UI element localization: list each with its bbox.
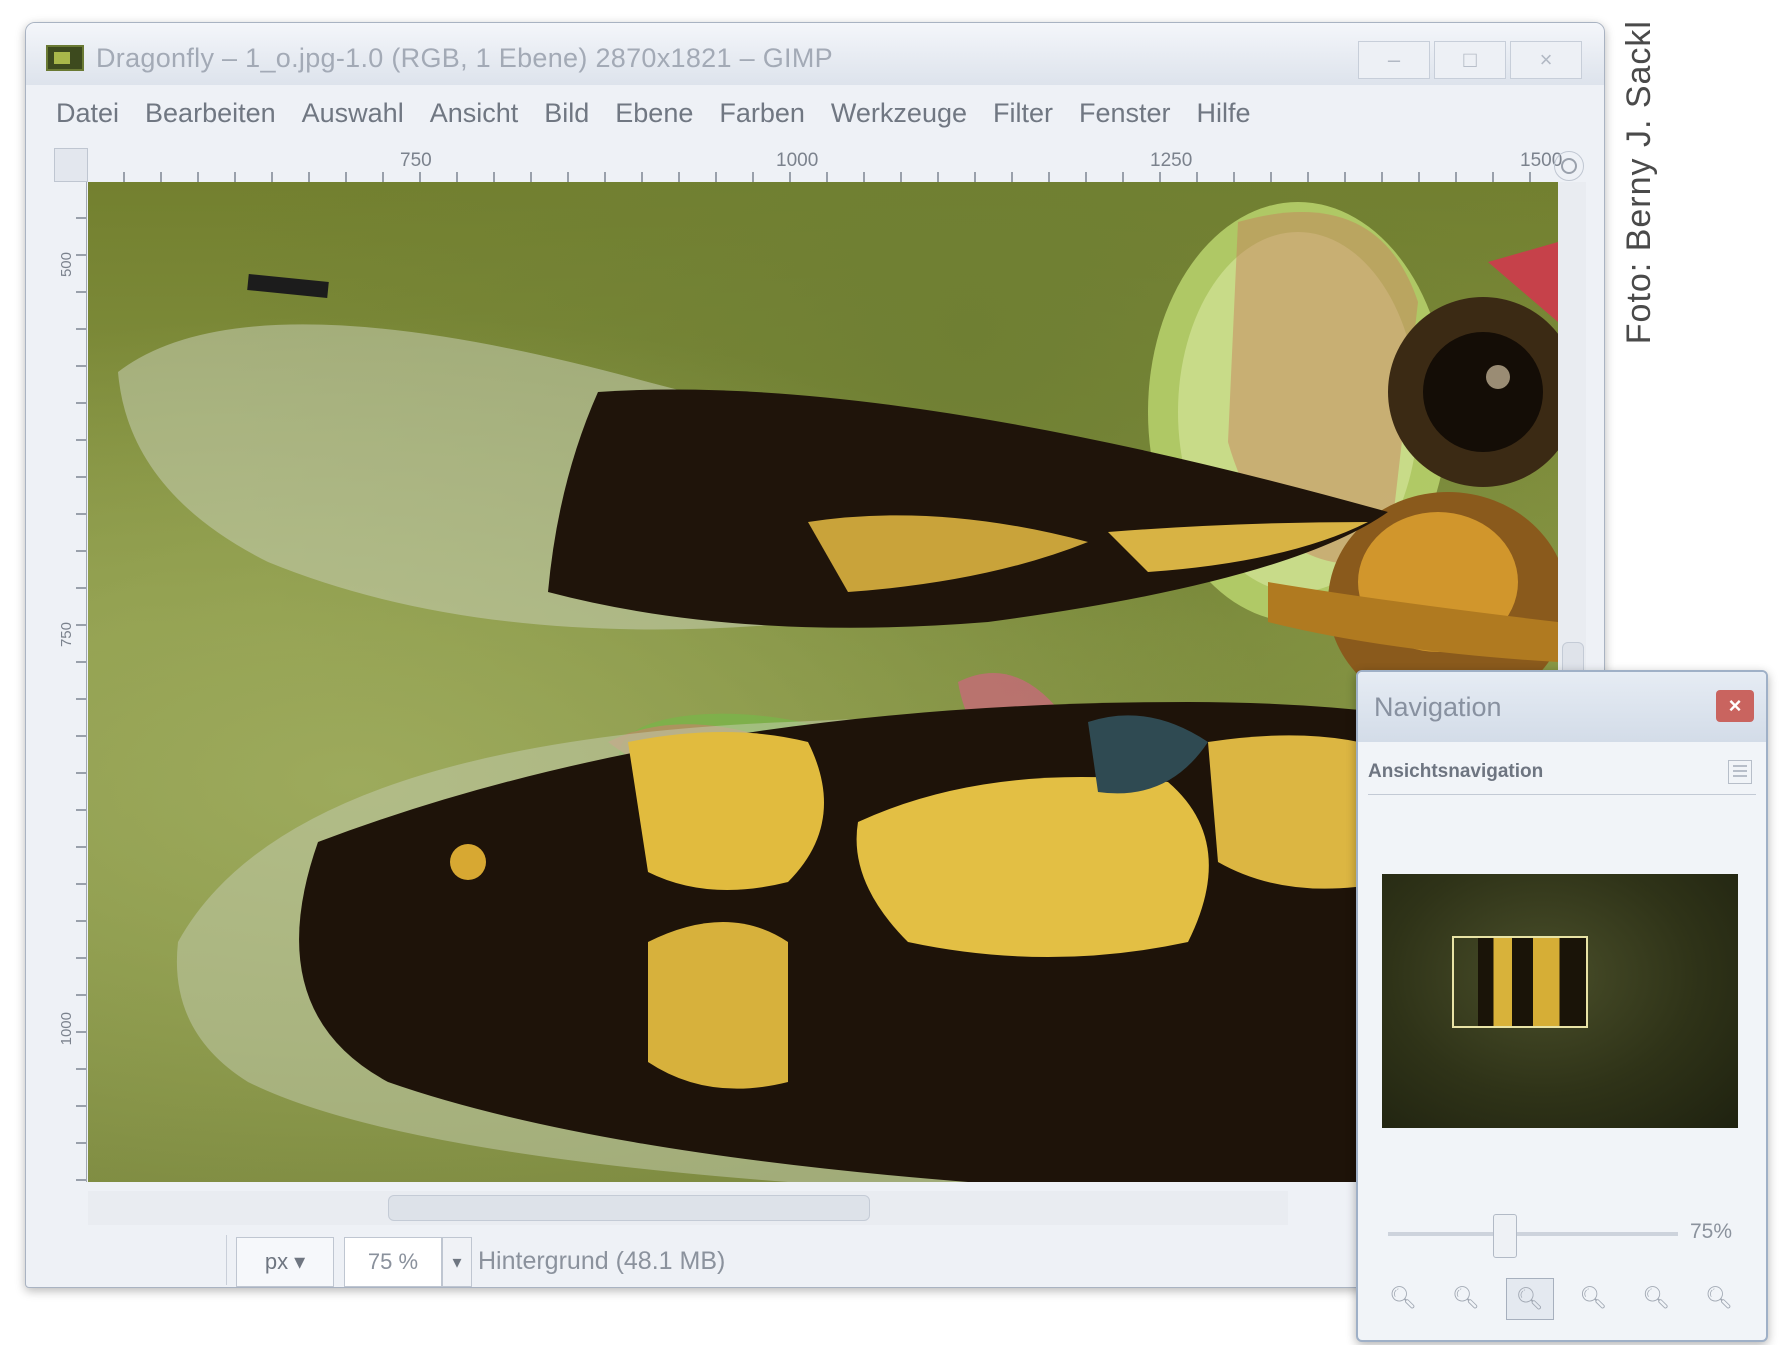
navigation-dialog: Navigation × Ansichtsnavigation 75% 🔍︎ 🔍… <box>1356 670 1768 1342</box>
zoom-slider-handle[interactable] <box>1493 1214 1517 1258</box>
horizontal-scroll-thumb[interactable] <box>388 1195 870 1221</box>
menu-filters[interactable]: Filter <box>993 98 1053 129</box>
zoom-slider-track[interactable] <box>1388 1232 1678 1236</box>
zoom-fit-icon[interactable]: 🔍︎ <box>1505 1278 1554 1320</box>
unit-select[interactable]: px ▾ <box>236 1237 334 1287</box>
zoom-dropdown-button[interactable]: ▾ <box>442 1237 472 1287</box>
gimp-app-icon <box>46 45 84 71</box>
navigation-viewport-frame[interactable] <box>1452 936 1588 1028</box>
unit-value: px <box>264 1249 289 1274</box>
navigation-title-bar[interactable]: Navigation × <box>1358 672 1766 742</box>
zoom-100-icon[interactable]: 🔍︎ <box>1570 1278 1616 1318</box>
navigation-title: Navigation <box>1374 692 1502 722</box>
ruler-label: 500 <box>58 252 75 278</box>
zoom-on-resize-icon[interactable] <box>1554 151 1584 181</box>
vertical-ruler[interactable]: 500 750 1000 <box>54 182 87 1182</box>
title-bar[interactable]: Dragonfly – 1_o.jpg-1.0 (RGB, 1 Ebene) 2… <box>26 23 1604 85</box>
menu-view[interactable]: Ansicht <box>430 98 519 129</box>
navigation-zoom-label: 75% <box>1690 1220 1733 1243</box>
zoom-in-icon[interactable]: 🔍︎ <box>1443 1278 1489 1318</box>
menu-windows[interactable]: Fenster <box>1079 98 1171 129</box>
dragonfly-photo <box>118 202 1558 1182</box>
close-button[interactable]: × <box>1510 41 1582 79</box>
zoom-input[interactable]: 75 % <box>344 1237 442 1287</box>
menu-layer[interactable]: Ebene <box>615 98 693 129</box>
minimize-button[interactable]: – <box>1358 41 1430 79</box>
navigation-tab-header: Ansichtsnavigation <box>1368 750 1756 795</box>
navigation-close-button[interactable]: × <box>1716 690 1754 722</box>
ruler-label: 1000 <box>58 1012 75 1046</box>
menu-bar: Datei Bearbeiten Auswahl Ansicht Bild Eb… <box>26 85 1604 141</box>
navigation-tab-label: Ansichtsnavigation <box>1368 761 1544 782</box>
ruler-label: 1000 <box>776 150 819 171</box>
horizontal-scrollbar[interactable] <box>88 1191 1288 1225</box>
tab-menu-icon[interactable] <box>1728 760 1752 784</box>
zoom-expand-icon[interactable]: 🔍︎ <box>1696 1278 1742 1318</box>
status-message: Hintergrund (48.1 MB) <box>478 1247 726 1275</box>
ruler-label: 1250 <box>1150 150 1193 171</box>
menu-help[interactable]: Hilfe <box>1197 98 1251 129</box>
navigation-zoom-buttons: 🔍︎ 🔍︎ 🔍︎ 🔍︎ 🔍︎ 🔍︎ <box>1380 1278 1742 1320</box>
zoom-shrink-icon[interactable]: 🔍︎ <box>1633 1278 1679 1318</box>
menu-file[interactable]: Datei <box>56 98 119 129</box>
quick-mask-toggle[interactable] <box>54 148 88 182</box>
ruler-label: 750 <box>58 622 75 648</box>
window-title: Dragonfly – 1_o.jpg-1.0 (RGB, 1 Ebene) 2… <box>96 43 833 73</box>
pointer-coordinates <box>46 1235 227 1285</box>
chevron-down-icon: ▾ <box>294 1249 306 1274</box>
maximize-button[interactable]: □ <box>1434 41 1506 79</box>
menu-image[interactable]: Bild <box>544 98 589 129</box>
navigation-preview[interactable] <box>1382 874 1738 1128</box>
photo-credit: Foto: Berny J. Sackl <box>1620 20 1658 345</box>
horizontal-ruler[interactable]: 750 1000 1250 1500 <box>88 148 1562 183</box>
menu-colors[interactable]: Farben <box>719 98 805 129</box>
menu-tools[interactable]: Werkzeuge <box>831 98 967 129</box>
window-controls: – □ × <box>1358 41 1582 79</box>
menu-select[interactable]: Auswahl <box>302 98 404 129</box>
image-canvas[interactable] <box>88 182 1558 1182</box>
menu-edit[interactable]: Bearbeiten <box>145 98 276 129</box>
ruler-label: 750 <box>400 150 432 171</box>
zoom-out-icon[interactable]: 🔍︎ <box>1380 1278 1426 1318</box>
